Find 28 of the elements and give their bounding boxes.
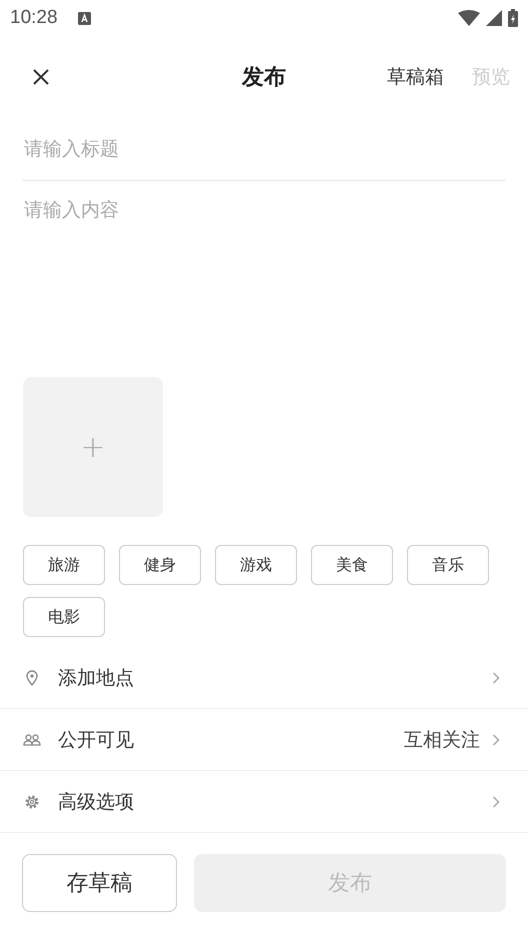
tag-chip[interactable]: 美食 (311, 545, 393, 585)
close-button[interactable] (32, 68, 50, 86)
tag-chip[interactable]: 电影 (23, 597, 105, 637)
option-row[interactable]: 添加地点 (0, 647, 528, 708)
tag-chip[interactable]: 音乐 (407, 545, 489, 585)
save-draft-button[interactable]: 存草稿 (22, 854, 177, 912)
option-row[interactable]: 高级选项 (0, 770, 528, 832)
battery-icon (508, 9, 518, 27)
option-label: 公开可见 (58, 728, 134, 752)
tag-chip[interactable]: 游戏 (215, 545, 297, 585)
chevron-right-icon (492, 672, 500, 684)
chevron-right-icon (492, 734, 500, 746)
tag-chip[interactable]: 旅游 (23, 545, 105, 585)
title-field[interactable]: 请输入标题 (22, 118, 506, 180)
chevron-right-icon (492, 796, 500, 808)
option-label: 高级选项 (58, 790, 134, 814)
option-value: 互相关注 (404, 728, 480, 752)
people-icon (23, 734, 41, 746)
tag-chip[interactable]: 健身 (119, 545, 201, 585)
page-title: 发布 (242, 64, 286, 92)
signal-icon (486, 10, 502, 26)
option-row[interactable]: 公开可见 互相关注 (0, 708, 528, 770)
notification-icon (78, 12, 91, 24)
header-action[interactable]: 草稿箱 (387, 64, 444, 90)
status-time: 10:28 (10, 7, 58, 29)
wifi-icon (458, 10, 480, 26)
settings-icon (23, 794, 41, 810)
option-label: 添加地点 (58, 666, 134, 690)
